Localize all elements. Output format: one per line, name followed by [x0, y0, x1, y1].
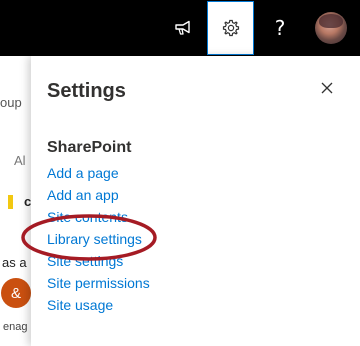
gear-icon	[222, 19, 239, 37]
background-avatar-circle: &	[1, 278, 31, 308]
link-site-contents[interactable]: Site contents	[47, 206, 150, 228]
link-site-settings[interactable]: Site settings	[47, 250, 150, 272]
megaphone-icon	[175, 20, 190, 35]
background-text-fragment: enag	[3, 321, 28, 333]
section-title: SharePoint	[47, 139, 132, 156]
background-text-fragment: Al	[14, 153, 26, 168]
help-button[interactable]: ?	[258, 0, 302, 56]
link-site-permissions[interactable]: Site permissions	[47, 272, 150, 294]
feedback-button[interactable]	[160, 0, 206, 56]
settings-button[interactable]	[207, 1, 254, 55]
link-library-settings[interactable]: Library settings	[47, 228, 150, 250]
background-text-fragment: oup	[0, 95, 22, 110]
link-add-an-app[interactable]: Add an app	[47, 184, 150, 206]
account-button[interactable]	[306, 0, 356, 56]
suite-bar: ?	[0, 0, 360, 56]
avatar	[315, 12, 347, 44]
background-accent-bar	[8, 195, 13, 209]
link-site-usage[interactable]: Site usage	[47, 294, 150, 316]
sharepoint-window: ? oup Al c as a & enag Settings SharePoi…	[0, 0, 360, 346]
background-page: oup Al c as a & enag	[0, 56, 32, 346]
link-add-a-page[interactable]: Add a page	[47, 162, 150, 184]
close-button[interactable]	[313, 74, 341, 102]
settings-link-list: Add a page Add an app Site contents Libr…	[47, 162, 150, 316]
close-icon	[321, 82, 333, 94]
settings-panel: Settings SharePoint Add a page Add an ap…	[31, 56, 360, 346]
background-avatar-letter: &	[10, 284, 21, 302]
background-text-fragment: as a	[2, 255, 27, 270]
help-icon: ?	[274, 16, 286, 40]
panel-title: Settings	[47, 80, 126, 102]
